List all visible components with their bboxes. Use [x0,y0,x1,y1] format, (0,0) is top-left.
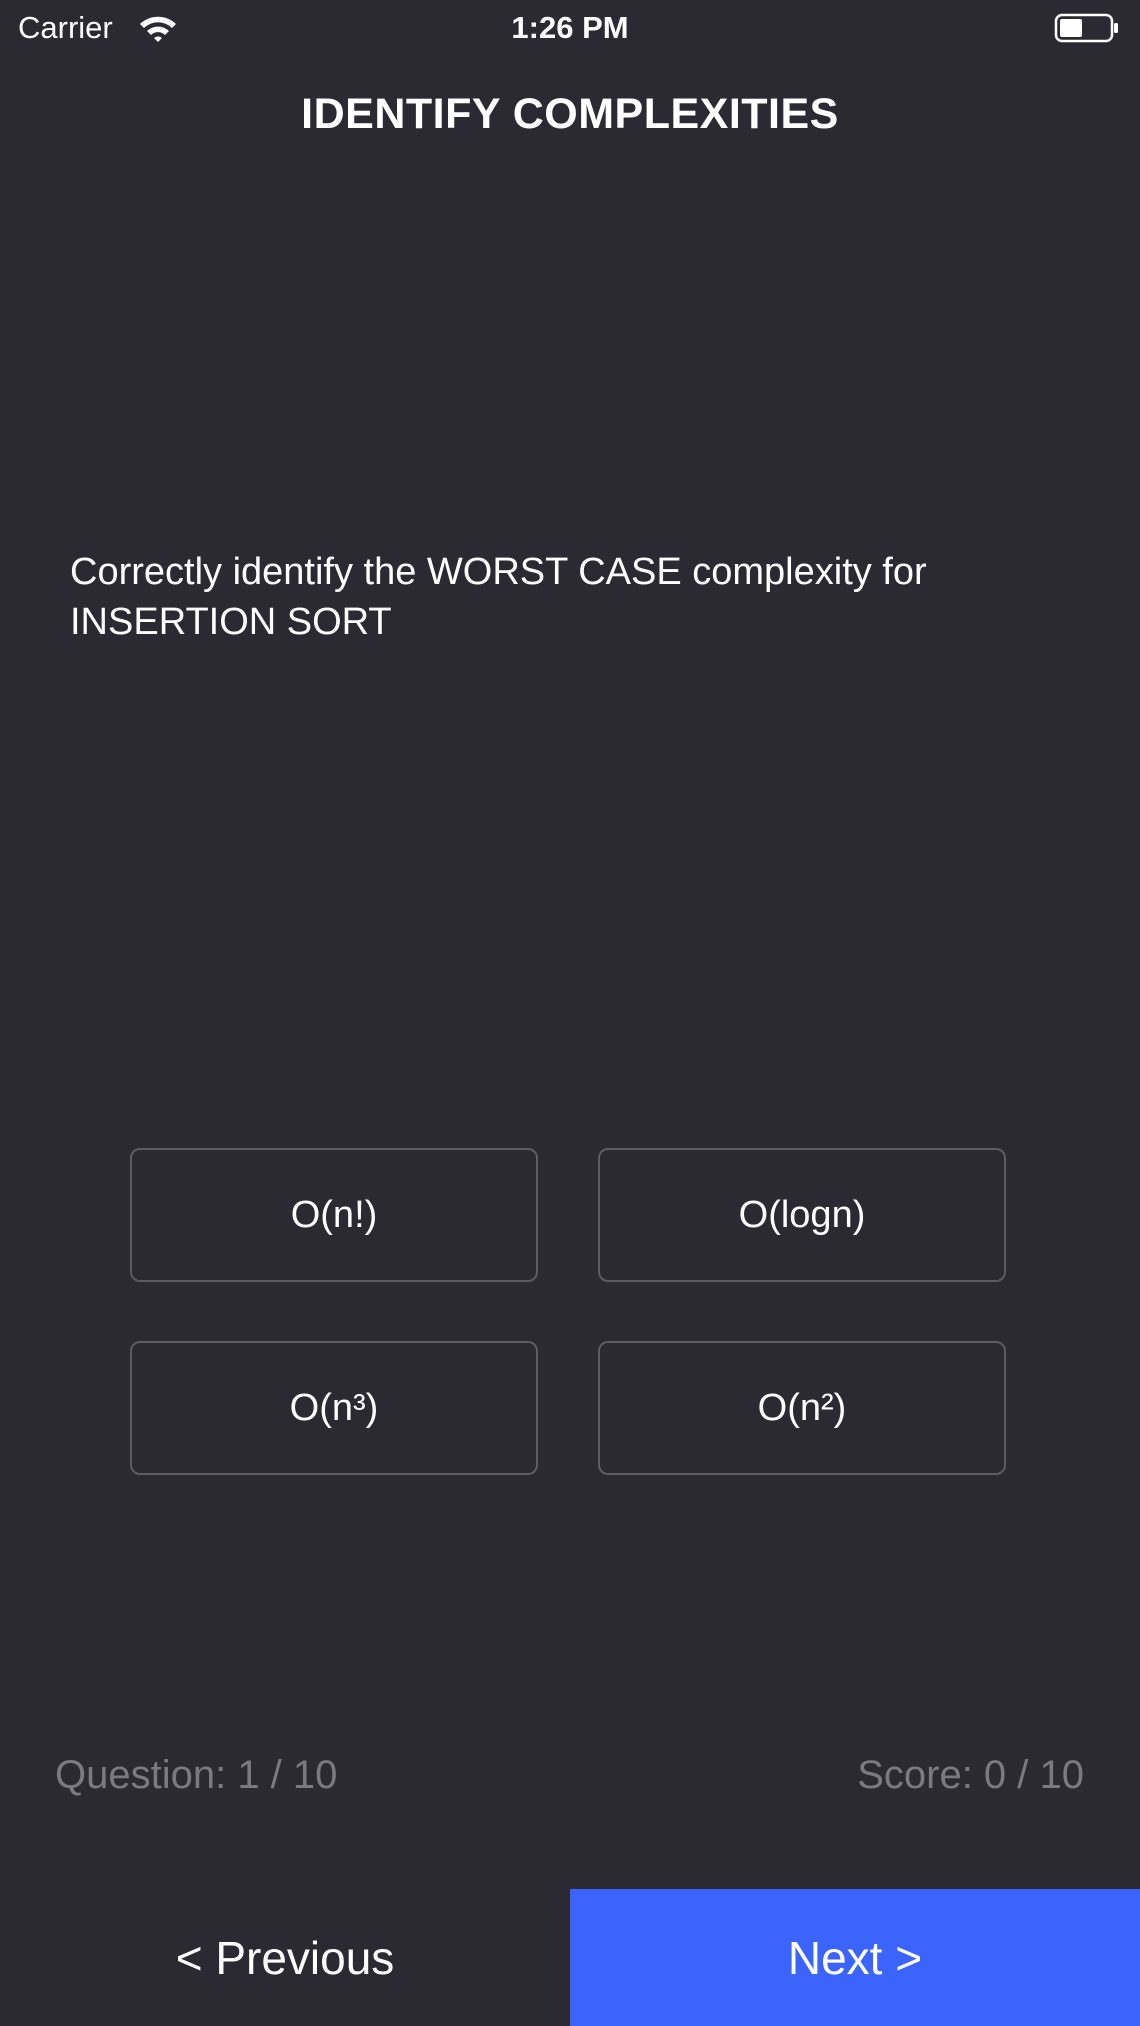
answer-option-3[interactable]: O(n³) [130,1341,538,1475]
battery-icon [1054,13,1118,43]
status-bar: Carrier 1:26 PM [0,0,1140,58]
answer-option-4[interactable]: O(n²) [598,1341,1006,1475]
previous-button-label: < Previous [175,1931,395,1984]
next-button[interactable]: Next > [570,1889,1140,2026]
clock: 1:26 PM [511,10,629,45]
page-title: IDENTIFY COMPLEXITIES [301,90,839,138]
next-button-label: Next > [787,1931,923,1984]
score-counter: Score: 0 / 10 [857,1753,1084,1797]
answer-option-1[interactable]: O(n!) [130,1148,538,1282]
answer-option-2[interactable]: O(logn) [598,1148,1006,1282]
question-text: Correctly identify the WORST CASE comple… [70,551,927,643]
question-counter: Question: 1 / 10 [55,1753,338,1797]
previous-button[interactable]: < Previous [0,1889,570,2026]
